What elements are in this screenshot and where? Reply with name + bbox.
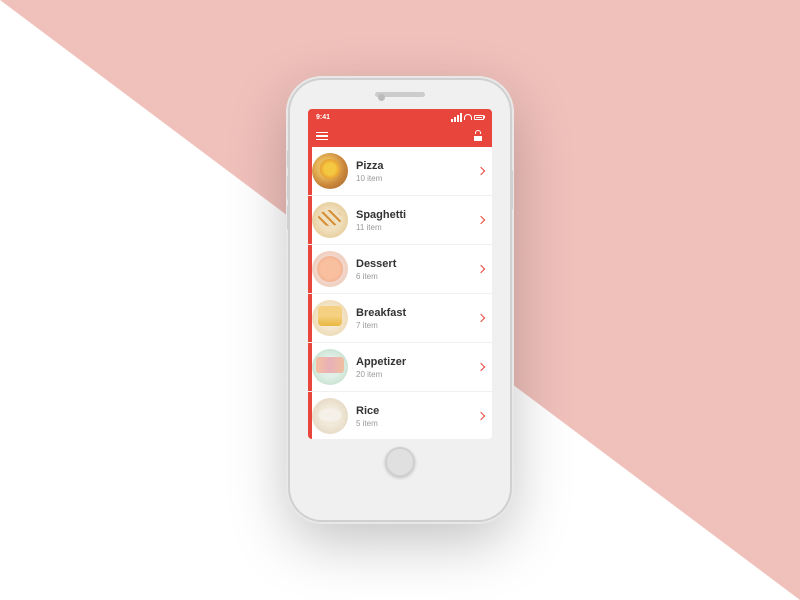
signal-bar-3: [457, 115, 459, 122]
signal-bar-4: [460, 113, 462, 122]
signal-icon: [451, 113, 462, 122]
battery-tip: [484, 116, 486, 119]
battery-fill: [476, 117, 482, 118]
phone-button-mute: [287, 150, 290, 168]
status-time: 9:41: [316, 114, 330, 121]
status-icons: [451, 113, 484, 122]
menu-item-count: 10 item: [356, 174, 474, 183]
menu-item-info: Dessert6 item: [356, 257, 474, 280]
hamburger-menu-icon[interactable]: [316, 132, 328, 141]
cart-body: [473, 135, 483, 142]
menu-item-image-appetizer: [312, 349, 348, 385]
status-bar: 9:41: [308, 109, 492, 125]
chevron-right-icon: [477, 216, 485, 224]
menu-item-name: Dessert: [356, 257, 474, 271]
menu-item-count: 20 item: [356, 370, 474, 379]
hamburger-line-1: [316, 132, 328, 134]
menu-item-name: Spaghetti: [356, 208, 474, 222]
menu-item-count: 5 item: [356, 419, 474, 428]
phone-button-power: [510, 170, 513, 210]
hamburger-line-2: [316, 135, 328, 137]
menu-item-info: Appetizer20 item: [356, 355, 474, 378]
menu-item-count: 11 item: [356, 223, 474, 232]
phone-button-vol-up: [287, 175, 290, 200]
signal-bar-2: [454, 117, 456, 122]
menu-item-image-dessert: [312, 251, 348, 287]
menu-item-image-spaghetti: [312, 202, 348, 238]
menu-item-name: Breakfast: [356, 306, 474, 320]
phone-camera: [378, 94, 385, 101]
menu-item-info: Breakfast7 item: [356, 306, 474, 329]
home-button[interactable]: [385, 447, 415, 477]
header-bar: [308, 125, 492, 147]
menu-item[interactable]: Breakfast7 item: [308, 294, 492, 343]
signal-bar-1: [451, 119, 453, 122]
menu-item[interactable]: Appetizer20 item: [308, 343, 492, 392]
phone-button-vol-down: [287, 205, 290, 230]
chevron-right-icon: [477, 265, 485, 273]
menu-item[interactable]: Rice5 item: [308, 392, 492, 439]
menu-item-name: Appetizer: [356, 355, 474, 369]
phone-shell: 9:41: [290, 80, 510, 520]
chevron-right-icon: [477, 314, 485, 322]
hamburger-line-3: [316, 139, 328, 141]
wifi-icon: [464, 114, 472, 120]
menu-item-info: Rice5 item: [356, 404, 474, 427]
battery-icon: [474, 115, 484, 120]
menu-item-image-pizza: [312, 153, 348, 189]
menu-item-name: Pizza: [356, 159, 474, 173]
menu-list: Pizza10 item Spaghetti11 item Dessert6 ite…: [308, 147, 492, 439]
menu-item-count: 6 item: [356, 272, 474, 281]
cart-icon[interactable]: [472, 130, 484, 142]
phone-screen: 9:41: [308, 109, 492, 439]
menu-item[interactable]: Spaghetti11 item: [308, 196, 492, 245]
menu-item-image-rice: [312, 398, 348, 434]
menu-item-info: Spaghetti11 item: [356, 208, 474, 231]
menu-item-name: Rice: [356, 404, 474, 418]
chevron-right-icon: [477, 363, 485, 371]
menu-item-count: 7 item: [356, 321, 474, 330]
menu-item-info: Pizza10 item: [356, 159, 474, 182]
menu-item[interactable]: Dessert6 item: [308, 245, 492, 294]
chevron-right-icon: [477, 167, 485, 175]
chevron-right-icon: [477, 412, 485, 420]
cart-handle: [475, 130, 481, 134]
menu-item-image-breakfast: [312, 300, 348, 336]
menu-item[interactable]: Pizza10 item: [308, 147, 492, 196]
